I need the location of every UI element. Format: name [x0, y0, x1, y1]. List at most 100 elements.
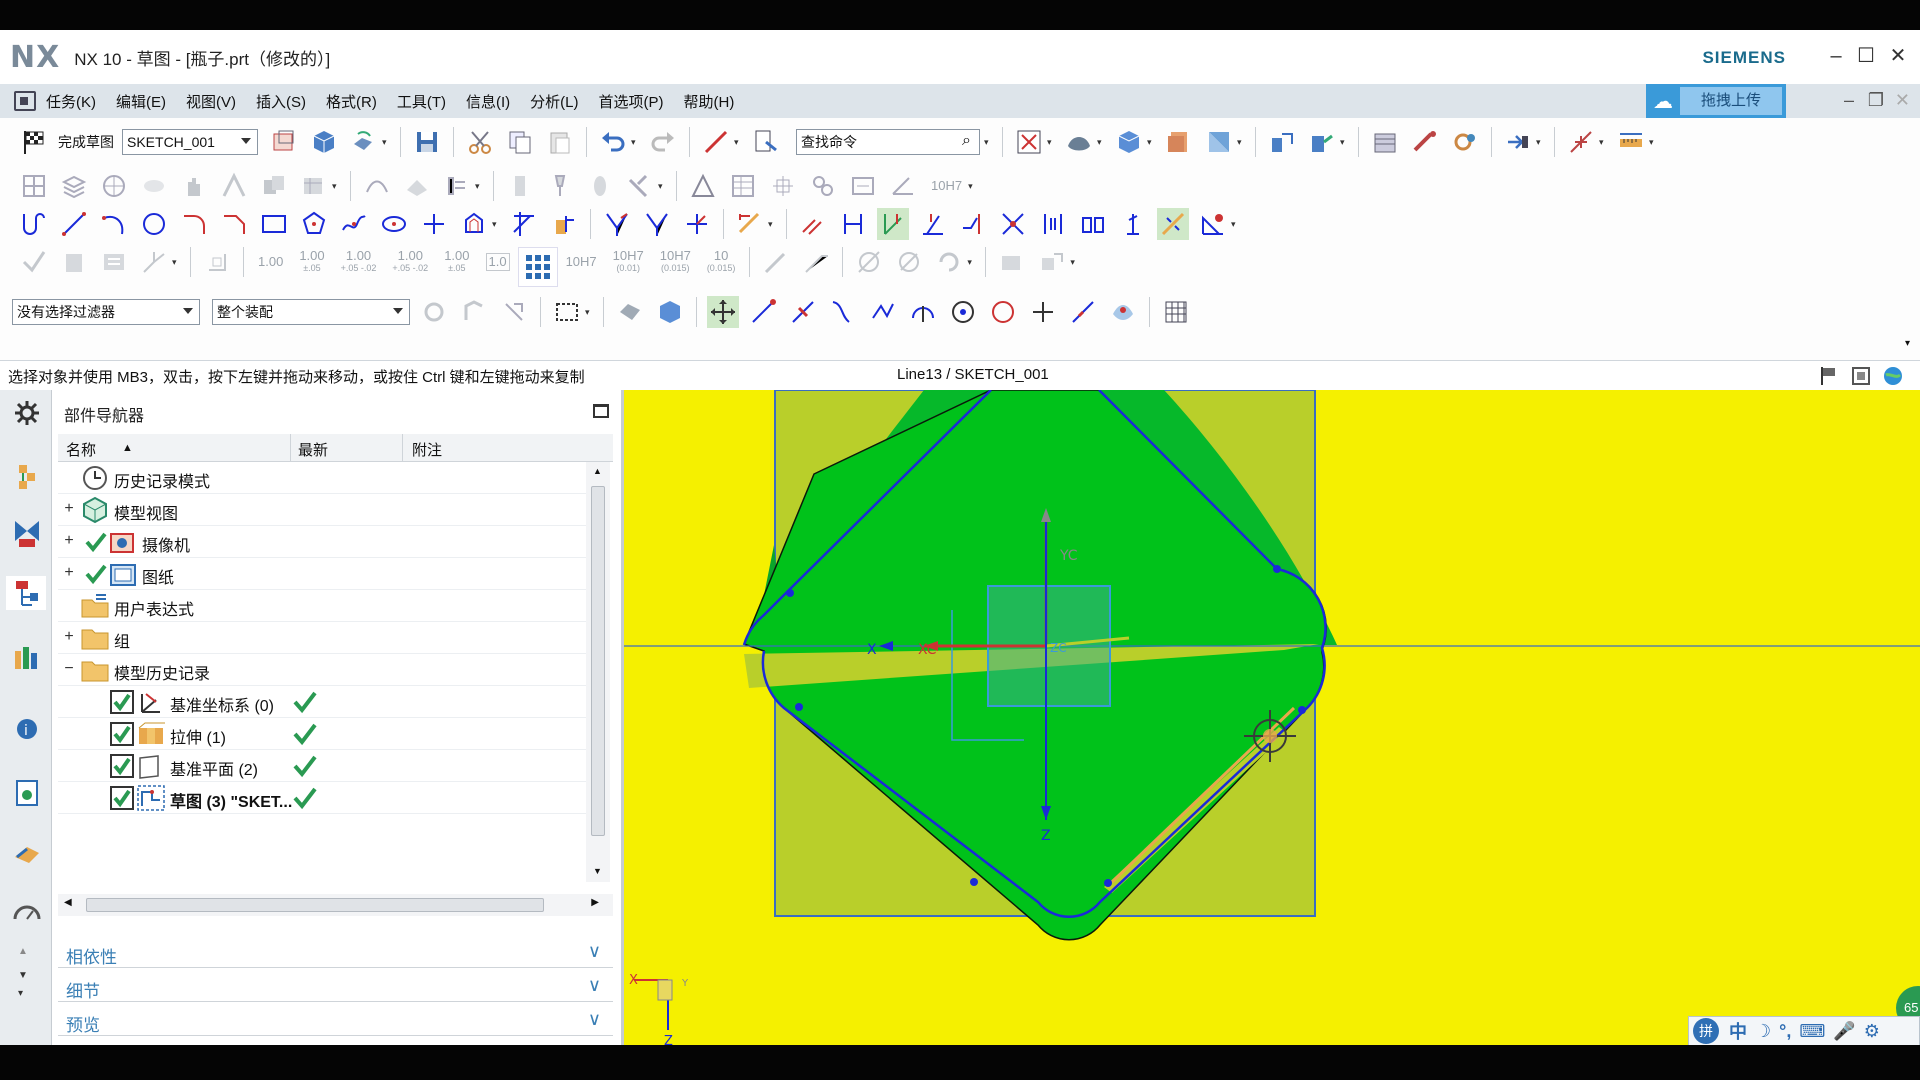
- expand-icon[interactable]: +: [62, 565, 76, 581]
- feature-checkbox[interactable]: [110, 786, 134, 810]
- feature-checkbox[interactable]: [110, 690, 134, 714]
- doc-restore-button[interactable]: ❐: [1868, 90, 1884, 111]
- cut-icon[interactable]: [464, 126, 496, 158]
- note-icon[interactable]: [98, 246, 130, 278]
- triangle-icon[interactable]: [687, 170, 719, 202]
- dim-tolerance-10h7-fit[interactable]: 10H7 (0.015): [660, 249, 691, 274]
- data-table-icon[interactable]: [298, 170, 330, 202]
- feature-checkbox[interactable]: [110, 722, 134, 746]
- dim-tolerance-10[interactable]: 10 (0.015): [707, 249, 736, 274]
- select-bodies-icon[interactable]: [654, 296, 686, 328]
- sketch-name-select[interactable]: SKETCH_001: [122, 129, 258, 155]
- hand-tool-icon[interactable]: [178, 170, 210, 202]
- maximize-panel-icon[interactable]: [593, 404, 609, 418]
- constraint-navigator-icon[interactable]: [10, 516, 44, 550]
- table-icon[interactable]: [727, 170, 759, 202]
- geometric-constraint-icon[interactable]: [837, 208, 869, 240]
- point-on-curve-icon[interactable]: [1067, 296, 1099, 328]
- dim-symmetric[interactable]: 1.00 ±.05: [299, 249, 324, 274]
- line-icon[interactable]: [58, 208, 90, 240]
- doc-close-button[interactable]: ✕: [1895, 90, 1910, 111]
- assembly-scope-select[interactable]: 整个装配: [212, 299, 410, 325]
- angle-dimension-icon[interactable]: [887, 170, 919, 202]
- rectangle-icon[interactable]: [258, 208, 290, 240]
- toolbar-overflow-arrow[interactable]: ▾: [1905, 338, 1910, 349]
- diameter-icon[interactable]: [853, 246, 885, 278]
- pin-icon[interactable]: [544, 170, 576, 202]
- copy-icon[interactable]: [504, 126, 536, 158]
- check-icon[interactable]: [84, 530, 108, 554]
- leader-icon[interactable]: [760, 246, 792, 278]
- navigator-vertical-scrollbar[interactable]: ▲ ▼: [586, 462, 610, 882]
- ellipse-icon[interactable]: [378, 208, 410, 240]
- part-navigator-icon[interactable]: [6, 576, 46, 610]
- tree-row[interactable]: 草图 (3) "SKET...: [58, 782, 586, 814]
- web-browser-icon[interactable]: i: [10, 710, 44, 744]
- graphics-window[interactable]: YC ZC XC X Z X Z Y 65: [624, 390, 1920, 1045]
- animate-dimension-icon[interactable]: [1077, 208, 1109, 240]
- menu-toggle-icon[interactable]: [14, 91, 36, 111]
- auto-constrain-icon[interactable]: [917, 208, 949, 240]
- tree-row[interactable]: + 模型视图: [58, 494, 586, 526]
- rectangle-select-icon[interactable]: [551, 296, 583, 328]
- reference-set-icon[interactable]: [1369, 126, 1401, 158]
- stack-icon[interactable]: [58, 170, 90, 202]
- app-grid-icon[interactable]: [517, 247, 558, 287]
- ime-settings-gear-icon[interactable]: ⚙: [1864, 1021, 1880, 1042]
- rail-scroll-down-icon[interactable]: ▼: [18, 970, 28, 981]
- trim-icon[interactable]: [508, 208, 540, 240]
- reattach-icon[interactable]: [308, 126, 340, 158]
- tree-row[interactable]: 拉伸 (1): [58, 718, 586, 750]
- move-handle-icon[interactable]: [498, 296, 530, 328]
- control-point-icon[interactable]: [827, 296, 859, 328]
- frame-icon[interactable]: [847, 170, 879, 202]
- blank-feature-icon[interactable]: [138, 170, 170, 202]
- mid-point-icon[interactable]: [787, 296, 819, 328]
- point-icon[interactable]: [418, 208, 450, 240]
- keyboard-icon[interactable]: ⌨: [1799, 1021, 1825, 1042]
- model-view[interactable]: YC ZC XC X Z X Z Y: [624, 390, 1920, 1045]
- assembly-edit-icon[interactable]: [218, 170, 250, 202]
- annotation-icon[interactable]: [58, 246, 90, 278]
- parallel-constraint-icon[interactable]: [797, 208, 829, 240]
- dim-unilateral-upper[interactable]: 1.00 +.05 -.02: [392, 249, 428, 274]
- minimize-button[interactable]: –: [1822, 42, 1850, 70]
- render-style-icon[interactable]: [1063, 126, 1095, 158]
- tree-row[interactable]: 用户表达式: [58, 590, 586, 622]
- menu-insert[interactable]: 插入(S): [256, 91, 306, 112]
- menu-task[interactable]: 任务(K): [46, 91, 96, 112]
- dim-basic[interactable]: 1.0: [485, 253, 510, 271]
- quick-extend-icon[interactable]: [641, 208, 673, 240]
- undo-icon[interactable]: [597, 126, 629, 158]
- weld-icon[interactable]: [996, 246, 1028, 278]
- alternate-solution-icon[interactable]: [1037, 208, 1069, 240]
- tree-row[interactable]: + 图纸: [58, 558, 586, 590]
- expand-icon[interactable]: +: [62, 629, 76, 645]
- layer-icon[interactable]: [1163, 126, 1195, 158]
- analysis-tool-icon[interactable]: [1409, 126, 1441, 158]
- circle-chain-icon[interactable]: [807, 170, 839, 202]
- dimension-style-icon[interactable]: [201, 246, 233, 278]
- measure-icon[interactable]: [1565, 126, 1597, 158]
- mesh-icon[interactable]: [18, 170, 50, 202]
- attribute-icon[interactable]: [441, 170, 473, 202]
- chamfer-icon[interactable]: [218, 208, 250, 240]
- select-features-icon[interactable]: [614, 296, 646, 328]
- rotate-part-icon[interactable]: [624, 170, 656, 202]
- expand-icon[interactable]: +: [62, 533, 76, 549]
- snap-point-icon[interactable]: [707, 296, 739, 328]
- intersection-point-icon[interactable]: [867, 296, 899, 328]
- rail-scroll-up-icon[interactable]: ▲: [18, 946, 28, 957]
- end-point-icon[interactable]: [747, 296, 779, 328]
- navigator-horizontal-scrollbar[interactable]: ◀ ▶: [58, 894, 613, 916]
- diameter-alt-icon[interactable]: [893, 246, 925, 278]
- preview-section[interactable]: 预览 ∨: [58, 1006, 613, 1036]
- paste-icon[interactable]: [544, 126, 576, 158]
- history-icon[interactable]: [10, 776, 44, 810]
- reuse-library-icon[interactable]: [10, 640, 44, 674]
- column-latest[interactable]: 最新: [298, 439, 328, 460]
- existing-point-icon[interactable]: [1027, 296, 1059, 328]
- ime-chinese-mode[interactable]: 中: [1729, 1018, 1747, 1044]
- settings-gear-icon[interactable]: [10, 396, 44, 430]
- close-button[interactable]: ✕: [1884, 42, 1912, 70]
